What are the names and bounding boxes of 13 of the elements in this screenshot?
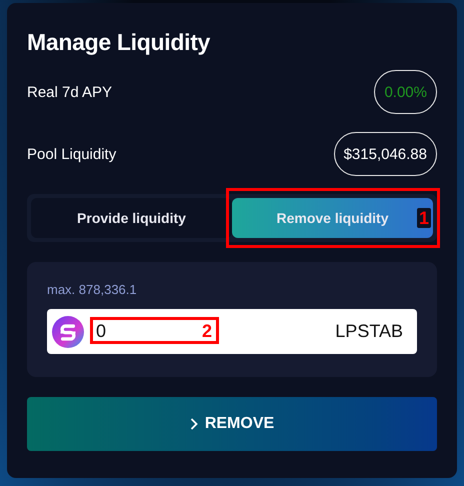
chevron-icon: [190, 418, 198, 430]
annotation-label: 1: [416, 208, 431, 228]
panel-title: Manage Liquidity: [27, 29, 212, 56]
stat-label: Pool Liquidity: [27, 146, 116, 162]
stat-label: Real 7d APY: [27, 84, 112, 100]
max-amount: max. 878,336.1: [47, 282, 138, 297]
stat-value: 0.00%: [374, 70, 437, 114]
token-unit: LPSTAB: [335, 321, 403, 342]
remove-button[interactable]: REMOVE: [27, 397, 437, 451]
token-icon: [52, 316, 84, 348]
annotation-label: 2: [202, 322, 212, 340]
stat-value: $315,046.88: [334, 132, 437, 176]
tab[interactable]: Provide liquidity: [31, 198, 232, 238]
